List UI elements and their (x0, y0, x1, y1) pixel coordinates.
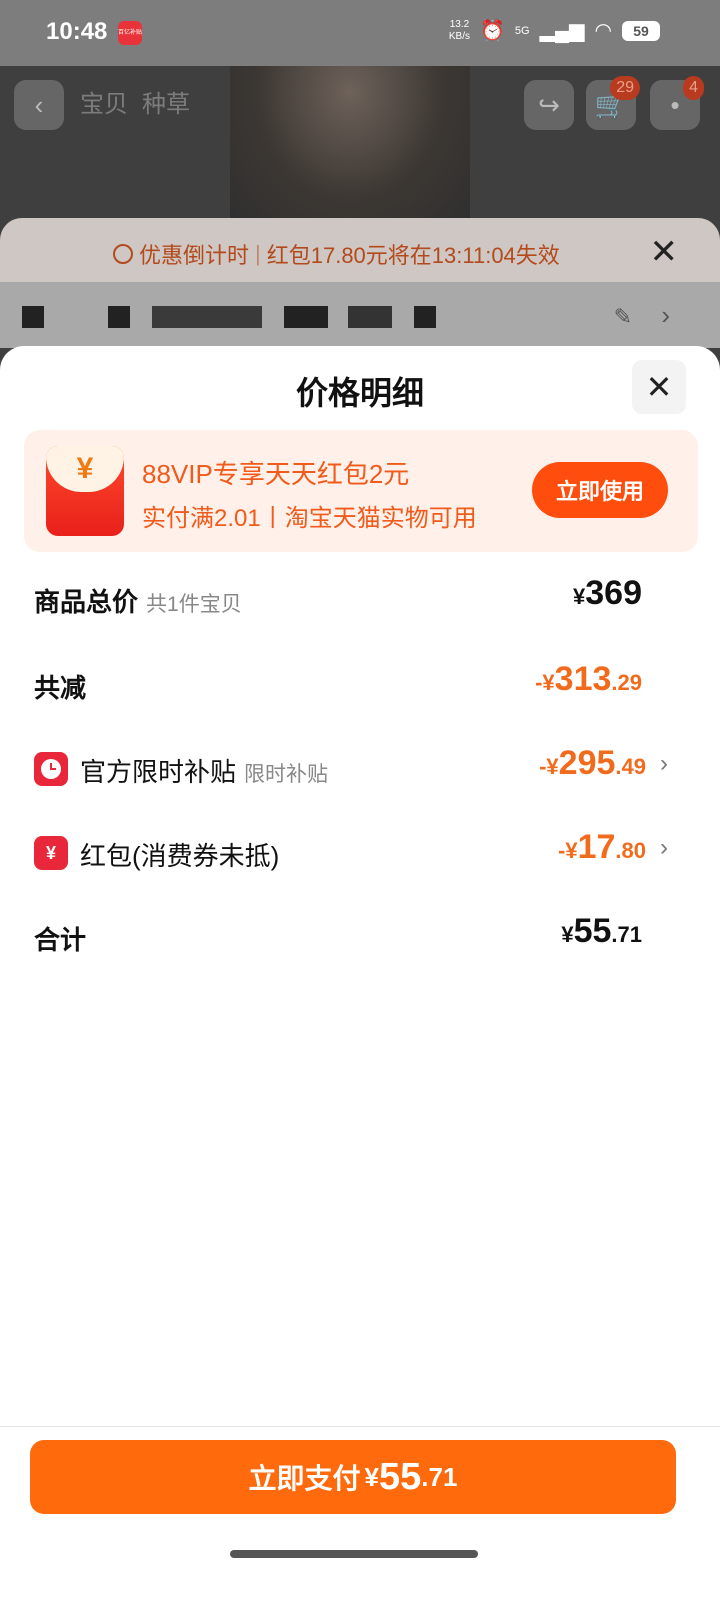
app-notification-icon: 百亿补贴 (118, 21, 142, 45)
pay-decimal: .71 (421, 1461, 458, 1492)
countdown-banner: 优惠倒计时 | 红包17.80元将在13:11:04失效 ✕ (0, 218, 720, 282)
battery-icon: 59 (622, 20, 660, 41)
back-button[interactable]: ‹ (14, 80, 64, 130)
blurred-text (108, 306, 130, 328)
subsidy-amount: -¥295.49 (539, 744, 646, 782)
blurred-text (348, 306, 392, 328)
blurred-text (284, 306, 328, 328)
network-speed: 13.2 KB/s (448, 18, 471, 42)
blurred-address-row: ✎ › (0, 282, 720, 348)
pay-now-button[interactable]: 立即支付 ¥55.71 (30, 1440, 676, 1514)
promo-subtitle: 实付满2.01丨淘宝天猫实物可用 (142, 505, 477, 532)
signal-icon: ▂▄▆ (539, 20, 585, 42)
share-button[interactable]: ↪ (524, 80, 574, 130)
red-packet-row[interactable]: ¥ 红包(消费券未抵) -¥17.80 › (34, 828, 668, 878)
subsidy-row[interactable]: 官方限时补贴 限时补贴 -¥295.49 › (34, 744, 668, 794)
status-icons: 13.2 KB/s ⏰ 5G ▂▄▆ ◠ 59 (449, 18, 660, 43)
more-button[interactable]: • 4 (650, 76, 704, 130)
price-detail-sheet: 价格明细 ✕ ¥ 88VIP专享天天红包2元 实付满2.01丨淘宝天猫实物可用 … (0, 346, 720, 1600)
envelope-symbol: ¥ (46, 446, 124, 492)
edit-icon[interactable]: ✎ (614, 304, 632, 330)
divider (0, 1426, 720, 1427)
reduction-amount: -¥313.29 (535, 660, 642, 698)
row-label: 红包(消费券未抵) (80, 841, 280, 871)
tab-item[interactable]: 宝贝 (80, 84, 128, 119)
row-label: 官方限时补贴 (80, 757, 237, 787)
pay-integer: 55 (379, 1455, 422, 1498)
more-icon: • (670, 89, 680, 120)
chevron-right-icon: › (660, 750, 668, 777)
home-indicator[interactable] (230, 1550, 478, 1558)
message-count-badge: 4 (683, 76, 704, 100)
red-envelope-icon: ¥ (46, 446, 124, 536)
promo-title: 88VIP专享天天红包2元 (142, 459, 410, 489)
wifi-icon: ◠ (594, 20, 612, 42)
blurred-text (414, 306, 436, 328)
row-label: 商品总价 (34, 587, 139, 617)
subsidy-tag: 限时补贴 (244, 763, 329, 786)
cart-count-badge: 29 (610, 76, 640, 100)
promo-card: ¥ 88VIP专享天天红包2元 实付满2.01丨淘宝天猫实物可用 立即使用 (24, 430, 698, 552)
clock-icon (113, 244, 133, 264)
use-now-button[interactable]: 立即使用 (532, 462, 668, 518)
total-price-row: 商品总价 共1件宝贝 ¥369 (34, 574, 664, 624)
item-count: 共1件宝贝 (146, 593, 242, 616)
divider: | (255, 241, 261, 266)
total-reduction-row: 共减 -¥313.29 (34, 660, 664, 710)
share-icon: ↪ (538, 89, 560, 120)
red-packet-icon: ¥ (34, 836, 68, 870)
close-icon: ✕ (645, 369, 673, 405)
red-packet-amount: -¥17.80 (558, 828, 646, 866)
countdown-message: 红包17.80元将在13:11:04失效 (266, 243, 560, 268)
countdown-label: 优惠倒计时 (139, 243, 250, 268)
blurred-text (22, 306, 44, 328)
cart-button[interactable]: 🛒 29 (586, 76, 640, 130)
clock-icon (34, 752, 68, 786)
clock-time: 10:48 (46, 18, 108, 45)
row-label: 合计 (34, 925, 87, 955)
row-label: 共减 (34, 673, 87, 703)
chevron-right-icon: › (660, 834, 668, 861)
product-nav-bar: ‹ 宝贝 种草 ↪ 🛒 29 • 4 (0, 72, 720, 138)
status-bar: 10:48 百亿补贴 13.2 KB/s ⏰ 5G ▂▄▆ ◠ 59 (0, 0, 720, 66)
blurred-text (152, 306, 262, 328)
alarm-icon: ⏰ (480, 20, 505, 42)
pay-currency: ¥ (364, 1461, 380, 1492)
sum-row: 合计 ¥55.71 (34, 912, 664, 962)
signal-label: 5G (514, 24, 530, 37)
sum-amount: ¥55.71 (561, 912, 642, 950)
back-icon: ‹ (34, 89, 44, 120)
sheet-title: 价格明细 (295, 375, 424, 411)
pay-label: 立即支付 (248, 1463, 361, 1494)
chevron-right-icon[interactable]: › (661, 300, 670, 331)
close-icon[interactable]: ✕ (650, 232, 679, 272)
nav-tabs: 宝贝 种草 (80, 84, 190, 119)
total-amount: ¥369 (573, 574, 642, 612)
close-sheet-button[interactable]: ✕ (632, 360, 686, 414)
tab-seeding[interactable]: 种草 (142, 84, 190, 119)
